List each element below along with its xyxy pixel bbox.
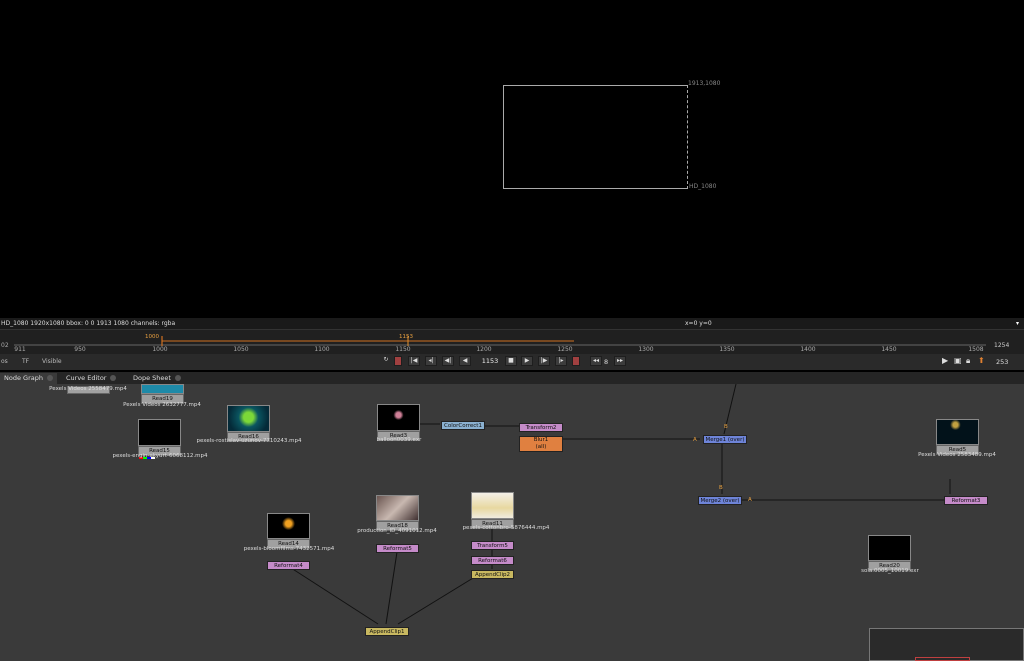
appendclip2-node[interactable]: AppendClip2	[471, 570, 514, 579]
tick-label: 1450	[881, 346, 897, 353]
read11-thumbnail	[471, 492, 514, 519]
read3-file: balloon0039.exr	[376, 437, 422, 443]
tab-label: Node Graph	[4, 374, 43, 382]
format-bottom-label: HD_1080	[689, 183, 717, 190]
viewer[interactable]: 1913,1080 HD_1080	[0, 0, 1024, 318]
tick-label: 1350	[719, 346, 735, 353]
tick-label: 1050	[233, 346, 249, 353]
timeline-start-label: 02	[1, 342, 9, 349]
timeline-end-frame: 1254	[994, 342, 1010, 349]
controls-right-value: 253	[996, 358, 1009, 366]
blur1-node[interactable]: Blur1 (all)	[519, 436, 563, 452]
tick-label: 1000	[152, 346, 168, 353]
skip-forward-button[interactable]: ▸▸	[614, 356, 626, 366]
tab-curve-editor[interactable]: Curve Editor	[62, 373, 120, 384]
next-keyframe-button[interactable]: |▸	[555, 356, 567, 366]
read14-thumbnail	[267, 513, 310, 539]
first-frame-button[interactable]: |◀	[408, 356, 420, 366]
step-back-button[interactable]: ◀|	[442, 356, 454, 366]
stop-button[interactable]: ■	[505, 356, 517, 366]
reformat5-node[interactable]: Reformat5	[376, 544, 419, 553]
reformat4-node[interactable]: Reformat4	[267, 561, 310, 570]
transform2-node[interactable]: Transform2	[519, 423, 563, 432]
tick-label: 1300	[638, 346, 654, 353]
tab-node-graph[interactable]: Node Graph	[0, 373, 57, 384]
tick-label: 911	[14, 346, 26, 353]
pipe-b-label: B	[719, 485, 723, 491]
node-name: Blur1	[533, 437, 549, 443]
current-frame-field[interactable]: 1153	[478, 356, 502, 366]
merge2-node[interactable]: Merge2 (over)	[698, 496, 742, 505]
visible-dropdown[interactable]: Visible	[42, 358, 62, 365]
close-icon[interactable]	[46, 375, 53, 381]
tick-label: 1200	[476, 346, 492, 353]
read-node-file: Pexels Videos 2558479.mp4	[49, 386, 127, 392]
viewer-info-left: HD_1080 1920x1080 bbox: 0 0 1913 1080 ch…	[1, 320, 176, 327]
read3-thumbnail	[377, 404, 420, 431]
close-icon[interactable]	[110, 375, 117, 381]
node-sub: (all)	[535, 444, 547, 450]
merge1-node[interactable]: Merge1 (over)	[703, 435, 747, 444]
read16-thumbnail	[227, 405, 270, 432]
playback-mode-icon[interactable]: ↻	[380, 356, 392, 366]
play-backward-button[interactable]: ◀	[459, 356, 471, 366]
viewer-icon[interactable]: ▣	[954, 356, 962, 365]
out-point-button[interactable]	[572, 356, 580, 366]
close-icon[interactable]	[174, 375, 181, 381]
controls-left-label: os	[1, 358, 8, 365]
current-frame-marker: 1153	[399, 334, 413, 340]
tf-dropdown[interactable]: TF	[22, 358, 29, 365]
timeline-ruler[interactable]	[14, 336, 986, 346]
chevron-down-icon[interactable]: ▾	[1016, 318, 1019, 329]
graph-navigator-minimap[interactable]	[869, 628, 1024, 661]
tick-label: 1100	[314, 346, 330, 353]
read18-thumbnail	[376, 495, 419, 521]
format-frame	[503, 85, 688, 189]
read11-file: pexels-cottonbro-5876444.mp4	[462, 525, 550, 531]
read19-thumbnail	[141, 384, 184, 394]
read14-file: pexels-bloomfilms-7432571.mp4	[243, 546, 335, 552]
viewer-info-bar: HD_1080 1920x1080 bbox: 0 0 1913 1080 ch…	[0, 318, 1024, 329]
read16-file: pexels-rostislav-uzunov-7710243.mp4	[196, 438, 302, 444]
transform5-node[interactable]: Transform5	[471, 541, 514, 550]
in-frame-marker: 1000	[145, 334, 159, 340]
read15-thumbnail	[138, 419, 181, 446]
pipe-a-label: A	[748, 497, 752, 503]
skip-back-button[interactable]: ◂◂	[590, 356, 602, 366]
tab-dope-sheet[interactable]: Dope Sheet	[129, 373, 185, 384]
read5-thumbnail	[936, 419, 979, 445]
flipbook-icon[interactable]: ▶	[942, 356, 948, 365]
prev-keyframe-button[interactable]: ◂|	[425, 356, 437, 366]
increment-field[interactable]: 8	[604, 358, 608, 366]
tick-label: 1400	[800, 346, 816, 353]
play-forward-button[interactable]: ▶	[521, 356, 533, 366]
read18-file: production_ID_4091012.mp4	[357, 528, 437, 534]
read20-thumbnail	[868, 535, 911, 561]
tab-label: Dope Sheet	[133, 374, 171, 382]
tick-label: 1508	[968, 346, 984, 353]
reformat3-node[interactable]: Reformat3	[944, 496, 988, 505]
read20-file: sola.0005_10019.exr	[861, 568, 919, 574]
lock-icon[interactable]: 🔒︎	[966, 356, 970, 366]
appendclip1-node[interactable]: AppendClip1	[365, 627, 409, 636]
tab-label: Curve Editor	[66, 374, 107, 382]
format-top-label: 1913,1080	[688, 80, 721, 87]
read15-file: pexels-engin-akyurt-6068112.mp4	[112, 453, 208, 459]
tick-label: 1250	[557, 346, 573, 353]
navigator-viewport[interactable]	[915, 657, 970, 661]
reformat6-node[interactable]: Reformat6	[471, 556, 514, 565]
in-point-button[interactable]	[394, 356, 402, 366]
pipe-b-label: B	[724, 424, 728, 430]
step-forward-button[interactable]: |▶	[538, 356, 550, 366]
viewer-info-coords: x=0 y=0	[685, 320, 712, 327]
read19-file: Pexels Videos 2632777.mp4	[123, 402, 201, 408]
tick-label: 950	[74, 346, 86, 353]
read5-file: Pexels Videos 2583489.mp4	[918, 452, 996, 458]
pipe-a-label: A	[693, 437, 697, 443]
export-icon[interactable]: ⬆	[978, 356, 985, 365]
tick-label: 1150	[395, 346, 411, 353]
colorcorrect1-node[interactable]: ColorCorrect1	[441, 421, 485, 430]
